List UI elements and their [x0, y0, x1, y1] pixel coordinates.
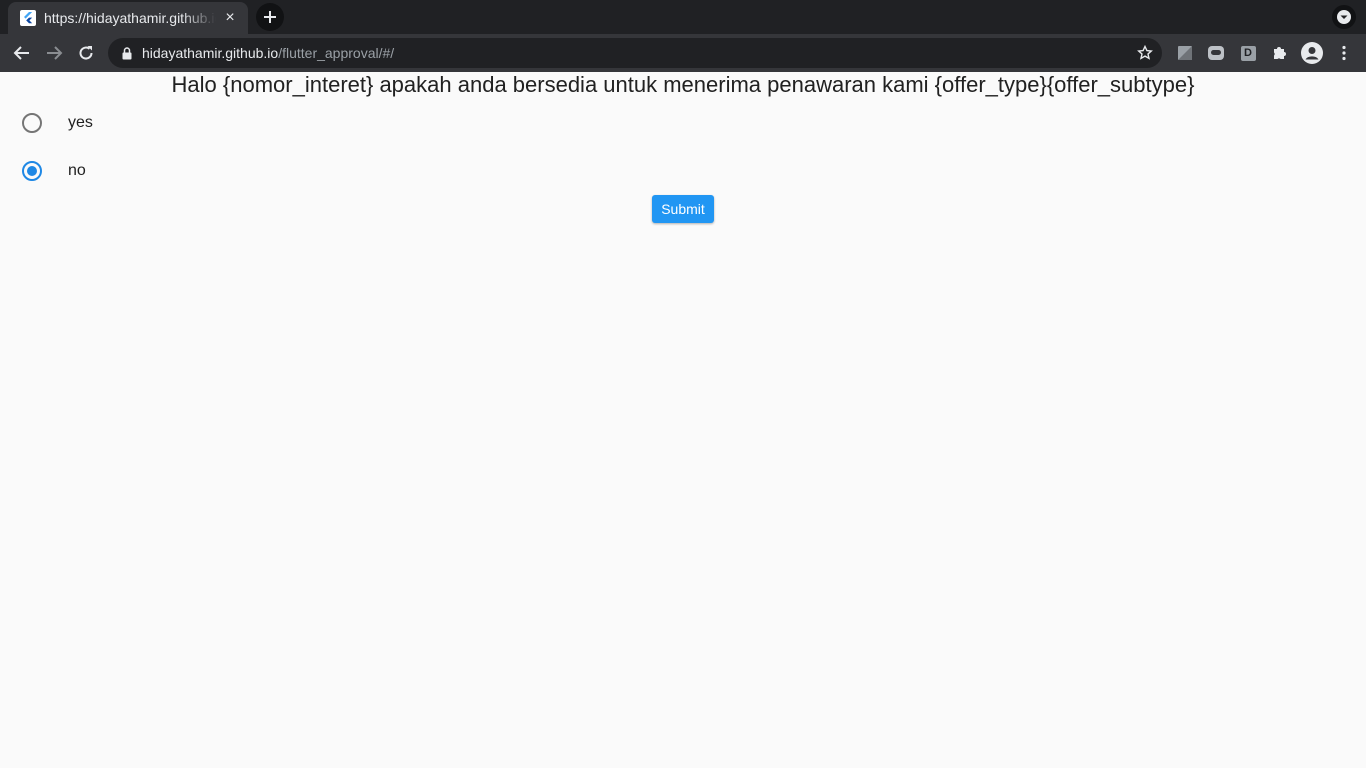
extensions-puzzle-icon[interactable]	[1270, 43, 1290, 63]
offer-question: Halo {nomor_interet} apakah anda bersedi…	[171, 72, 1195, 97]
profile-avatar-icon[interactable]	[1300, 41, 1324, 65]
url-path: /flutter_approval/#/	[278, 45, 395, 61]
tab-close-icon[interactable]: ×	[222, 10, 238, 26]
radio-no[interactable]	[22, 161, 42, 181]
flutter-favicon-icon	[20, 10, 36, 26]
url-host: hidayathamir.github.io	[142, 45, 279, 61]
back-arrow-icon	[13, 46, 29, 60]
lock-icon[interactable]	[120, 46, 134, 60]
page-content: Halo {nomor_interet} apakah anda bersedi…	[0, 72, 1366, 768]
plus-icon	[264, 11, 276, 23]
option-yes[interactable]: yes	[0, 99, 600, 147]
menu-kebab-icon[interactable]	[1334, 43, 1354, 63]
tab-title: https://hidayathamir.github.io/flutter_a…	[44, 10, 216, 26]
extension-chat-icon[interactable]	[1206, 43, 1226, 63]
option-yes-label: yes	[68, 114, 93, 131]
address-bar[interactable]: hidayathamir.github.io/flutter_approval/…	[108, 38, 1162, 68]
chevron-down-circle-icon	[1337, 10, 1351, 24]
forward-button[interactable]	[40, 39, 68, 67]
reload-button[interactable]	[72, 39, 100, 67]
bookmark-star-icon[interactable]	[1136, 44, 1154, 62]
new-tab-button[interactable]	[256, 3, 284, 31]
tab-search-button[interactable]	[1332, 5, 1356, 29]
submit-button[interactable]: Submit	[652, 195, 714, 223]
extension-gradient-icon[interactable]	[1175, 43, 1195, 63]
browser-tab[interactable]: https://hidayathamir.github.io/flutter_a…	[8, 2, 248, 34]
browser-tabstrip: https://hidayathamir.github.io/flutter_a…	[0, 0, 1366, 34]
browser-toolbar: hidayathamir.github.io/flutter_approval/…	[0, 34, 1366, 72]
back-button[interactable]	[8, 39, 36, 67]
radio-yes[interactable]	[22, 113, 42, 133]
option-no-label: no	[68, 162, 86, 179]
reload-icon	[79, 46, 93, 60]
extension-d-icon[interactable]: D	[1238, 43, 1258, 63]
forward-arrow-icon	[47, 46, 63, 60]
option-no[interactable]: no	[0, 147, 600, 195]
